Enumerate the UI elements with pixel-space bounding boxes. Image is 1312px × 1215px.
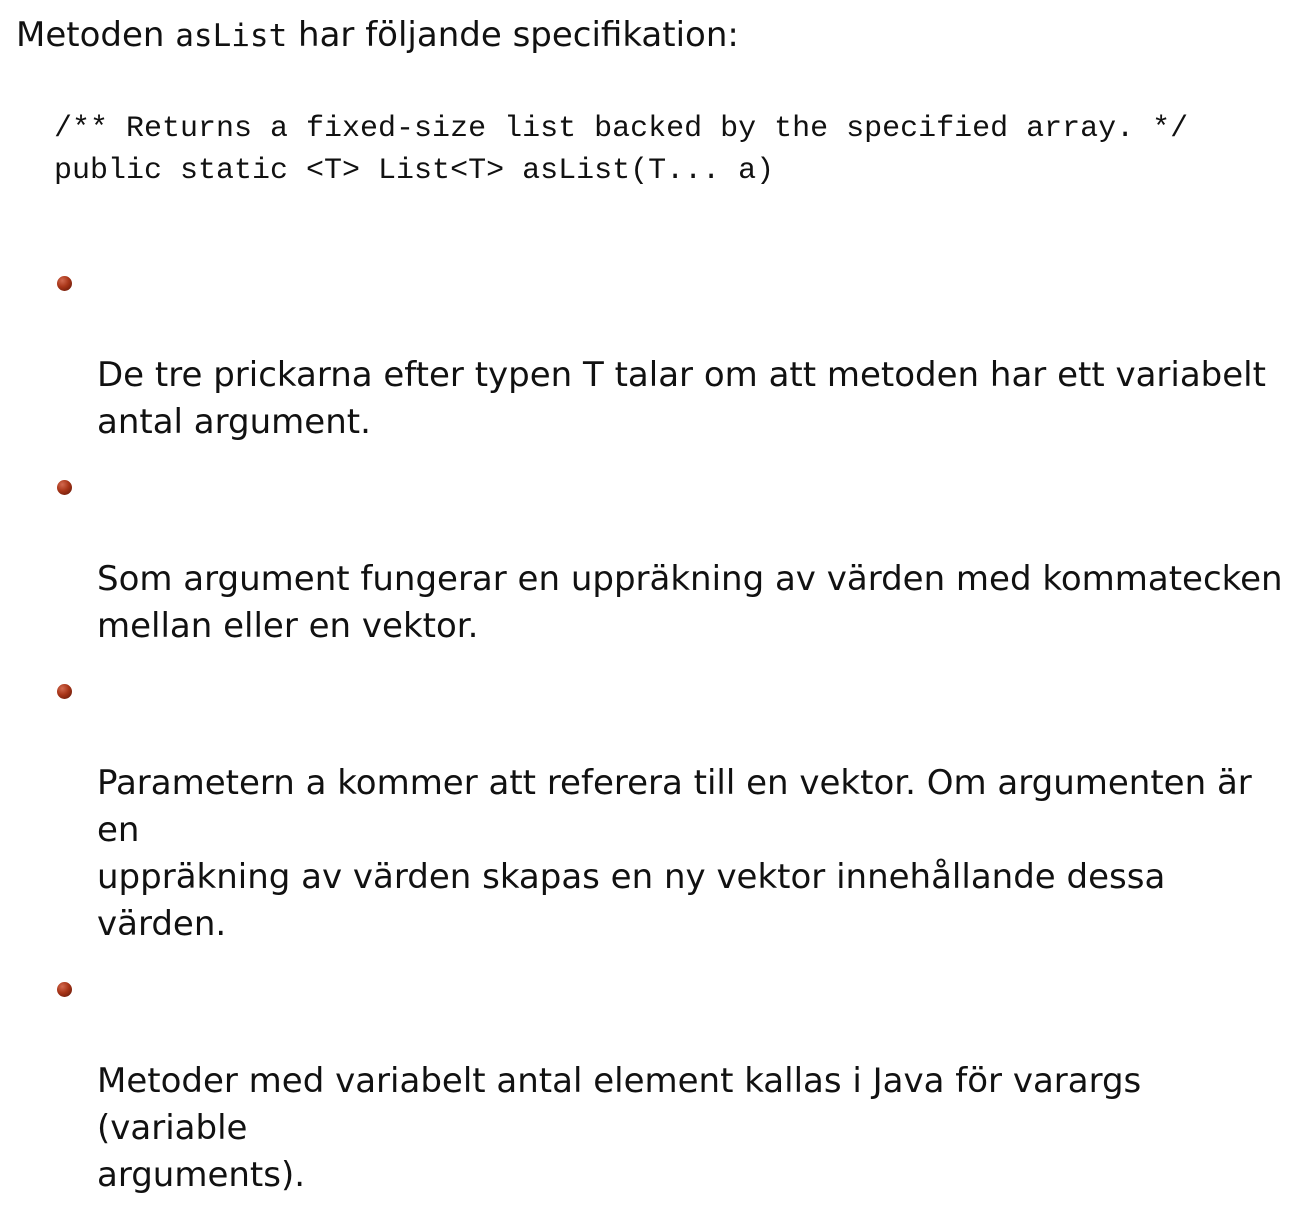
bullet-icon: [57, 480, 72, 495]
bullet-list: De tre prickarna efter typen T talar om …: [0, 258, 1312, 1215]
bullet-icon: [57, 982, 72, 997]
code-signature-line: public static <T> List<T> asList(T... a): [54, 154, 775, 188]
list-item: Som argument fungerar en uppräkning av v…: [0, 462, 1312, 650]
list-item: Parametern a kommer att referera till en…: [0, 666, 1312, 948]
bullet-text: Parametern a kommer att referera till en…: [97, 763, 1252, 944]
code-comment-line: /** Returns a fixed-size list backed by …: [54, 112, 1189, 146]
bullet-text: De tre prickarna efter typen T talar om …: [97, 355, 1266, 442]
code-block: /** Returns a fixed-size list backed by …: [54, 108, 1188, 192]
bullet-text: Som argument fungerar en uppräkning av v…: [97, 559, 1283, 646]
intro-sentence: Metoden asList har följande specifikatio…: [16, 10, 739, 61]
intro-suffix: har följande specifikation:: [287, 15, 739, 55]
intro-prefix: Metoden: [16, 15, 176, 55]
intro-method-name: asList: [175, 18, 288, 54]
bullet-icon: [57, 276, 72, 291]
bullet-icon: [57, 684, 72, 699]
list-item: De tre prickarna efter typen T talar om …: [0, 258, 1312, 446]
list-item: Metoder med variabelt antal element kall…: [0, 964, 1312, 1199]
bullet-text: Metoder med variabelt antal element kall…: [97, 1061, 1142, 1195]
